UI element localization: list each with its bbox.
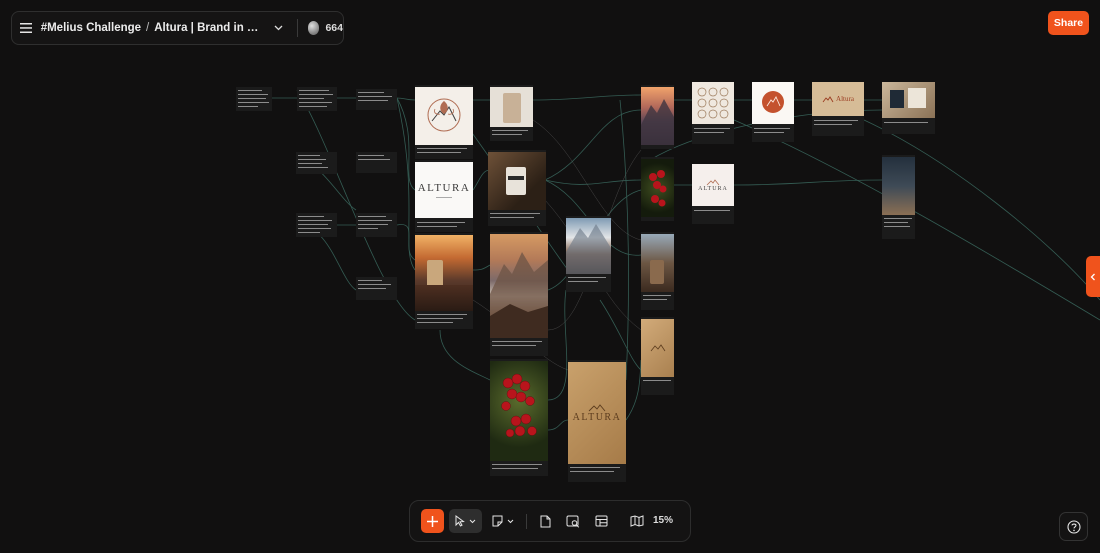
prompt-node[interactable] bbox=[296, 152, 337, 174]
header-divider bbox=[296, 19, 298, 37]
bags-image-node[interactable] bbox=[641, 232, 674, 310]
project-dropdown-button[interactable] bbox=[273, 21, 285, 35]
breadcrumb-separator: / bbox=[146, 22, 150, 34]
sticky-note-icon bbox=[492, 515, 514, 527]
image-tool-button[interactable] bbox=[562, 509, 584, 533]
help-icon bbox=[1066, 519, 1081, 534]
map-tool-button[interactable] bbox=[626, 509, 648, 533]
layout-icon bbox=[595, 515, 607, 527]
image-icon bbox=[566, 515, 580, 528]
chevron-left-icon bbox=[1090, 273, 1095, 280]
prompt-node[interactable] bbox=[356, 213, 397, 237]
logo-image-node[interactable] bbox=[415, 85, 473, 159]
prompt-node[interactable] bbox=[356, 89, 397, 110]
cursor-select-icon bbox=[455, 515, 475, 527]
stationery-image-node[interactable] bbox=[882, 82, 935, 134]
credits-count: 664 bbox=[325, 22, 343, 34]
cherries-image-node[interactable] bbox=[641, 157, 674, 221]
mountain-image-node[interactable] bbox=[641, 85, 674, 149]
coffee-cherries-image-node[interactable] bbox=[490, 359, 548, 476]
bag-label-text: ALTURA bbox=[572, 411, 622, 423]
cup-image-node[interactable] bbox=[488, 150, 546, 226]
kraft-logo-image-node[interactable] bbox=[641, 317, 674, 395]
bottom-toolbar: 15% bbox=[409, 500, 691, 542]
prompt-node[interactable] bbox=[236, 87, 272, 111]
layout-tool-button[interactable] bbox=[590, 509, 612, 533]
logo-card-text: ALTURA bbox=[698, 185, 728, 192]
coin-icon bbox=[307, 21, 320, 35]
toolbar-divider bbox=[526, 514, 527, 529]
project-header: #Melius Challenge / Altura | Brand in mi… bbox=[11, 11, 344, 45]
hamburger-menu-icon bbox=[20, 23, 33, 33]
prompt-node[interactable] bbox=[356, 277, 397, 300]
bag-sunset-image-node[interactable] bbox=[415, 233, 473, 329]
workspace-breadcrumb[interactable]: #Melius Challenge bbox=[41, 22, 141, 34]
icon-set-image-node[interactable] bbox=[692, 82, 734, 144]
prompt-node[interactable] bbox=[297, 87, 337, 111]
node-canvas[interactable]: ALTURA ALTURA Altura ALTURA bbox=[0, 0, 1100, 553]
logo-card-image-node[interactable]: ALTURA bbox=[692, 164, 734, 224]
document-tool-button[interactable] bbox=[534, 509, 556, 533]
altura-small-text: Altura bbox=[836, 95, 854, 103]
connection-wires bbox=[272, 89, 1100, 431]
chevron-down-icon bbox=[274, 25, 283, 31]
emblem-image-node[interactable] bbox=[752, 82, 794, 142]
plus-icon bbox=[427, 515, 438, 527]
poster-image-node[interactable] bbox=[882, 155, 915, 239]
zoom-level[interactable]: 15% bbox=[653, 509, 673, 533]
menu-button[interactable] bbox=[12, 12, 41, 44]
select-tool-button[interactable] bbox=[449, 509, 482, 533]
horizontal-logo-image-node[interactable]: Altura bbox=[812, 82, 864, 136]
help-button[interactable] bbox=[1059, 512, 1088, 541]
mountain-hiker-image-node[interactable] bbox=[490, 232, 548, 356]
side-panel-toggle[interactable] bbox=[1086, 256, 1100, 297]
map-icon bbox=[630, 515, 644, 527]
altura-wordmark-text: ALTURA bbox=[417, 182, 471, 194]
share-button[interactable]: Share bbox=[1048, 11, 1089, 35]
mountain-bags-image-node[interactable] bbox=[566, 216, 611, 292]
prompt-node[interactable] bbox=[296, 213, 337, 237]
kraft-bag-image-node[interactable]: ALTURA bbox=[568, 360, 626, 482]
wordmark-image-node[interactable]: ALTURA bbox=[415, 160, 473, 232]
bag-image-node[interactable] bbox=[490, 85, 533, 141]
document-icon bbox=[540, 515, 550, 527]
sticky-note-tool-button[interactable] bbox=[488, 509, 520, 533]
add-node-button[interactable] bbox=[421, 509, 444, 533]
prompt-node[interactable] bbox=[356, 152, 397, 173]
mountain-coffee-logo bbox=[427, 98, 461, 132]
project-title[interactable]: Altura | Brand in minut... bbox=[154, 22, 267, 34]
